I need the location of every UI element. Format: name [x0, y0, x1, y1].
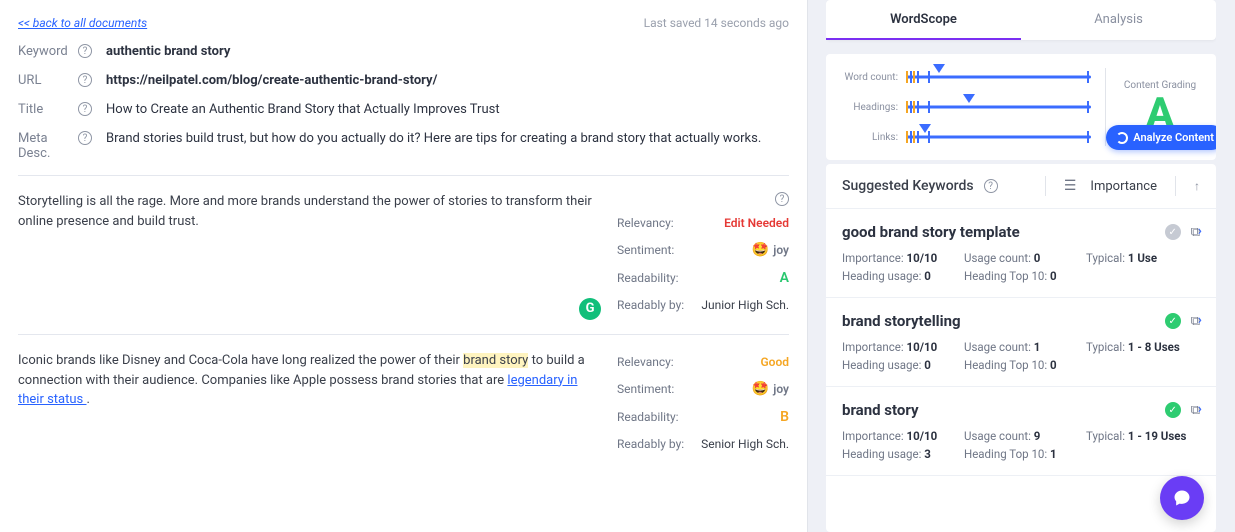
chat-button[interactable] — [1160, 476, 1204, 520]
range-meter — [906, 98, 1091, 116]
analyze-label: Analyze Content — [1133, 131, 1214, 144]
refresh-icon — [1116, 132, 1128, 144]
analyze-button[interactable]: Analyze Content — [1106, 125, 1216, 150]
tabs: WordScope Analysis — [826, 0, 1216, 40]
keyword-label: Keyword — [18, 44, 78, 59]
metrics-card: Word count:Headings:Links: Content Gradi… — [826, 54, 1216, 160]
content-block: Iconic brands like Disney and Coca-Cola … — [18, 351, 789, 463]
joy-icon: 🤩 — [752, 242, 769, 258]
tab-analysis[interactable]: Analysis — [1021, 0, 1216, 40]
keyword-list[interactable]: good brand story template✓⧉›Importance: … — [826, 209, 1216, 532]
readability-label: Readability: — [617, 410, 679, 424]
sentiment-value: 🤩joy — [752, 242, 789, 258]
keyword-value[interactable]: authentic brand story — [106, 44, 789, 59]
suggested-title: Suggested Keywords — [842, 178, 974, 194]
divider — [18, 334, 789, 335]
help-icon[interactable]: ? — [78, 102, 92, 116]
arrow-up-icon[interactable]: ↑ — [1194, 179, 1200, 193]
help-icon[interactable]: ? — [78, 44, 92, 58]
chevron-right-icon[interactable]: › — [1198, 401, 1202, 417]
content-block: Storytelling is all the rage. More and m… — [18, 192, 789, 324]
sentiment-label: Sentiment: — [617, 243, 674, 257]
title-value[interactable]: How to Create an Authentic Brand Story t… — [106, 102, 789, 117]
help-icon[interactable]: ? — [78, 73, 92, 87]
keyword-item[interactable]: brand story✓⧉›Importance: 10/10Heading u… — [826, 387, 1216, 476]
check-icon: ✓ — [1165, 313, 1181, 329]
paragraph-text: Iconic brands like Disney and Coca-Cola … — [18, 353, 463, 368]
metadesc-value[interactable]: Brand stories build trust, but how do yo… — [106, 131, 789, 146]
range-marker-icon — [919, 124, 931, 133]
content-metrics: ? Relevancy: Edit Needed Sentiment: 🤩joy… — [617, 192, 789, 324]
chat-icon — [1172, 488, 1192, 508]
suggested-keywords-card: Suggested Keywords ? ☰ Importance ↑ good… — [826, 164, 1216, 532]
metric-label: Word count: — [842, 72, 906, 83]
chevron-right-icon[interactable]: › — [1198, 223, 1202, 239]
divider — [18, 175, 789, 176]
sentiment-value: 🤩joy — [752, 381, 789, 397]
relevancy-value: Good — [760, 355, 789, 369]
help-icon[interactable]: ? — [775, 192, 789, 206]
grammarly-icon[interactable]: G — [579, 298, 601, 320]
keyword-name: brand story — [842, 401, 1155, 419]
sidebar-panel: WordScope Analysis Word count: Headings: L… — [826, 0, 1216, 532]
content-metrics: Relevancy: Good Sentiment: 🤩joy Readabil… — [617, 351, 789, 463]
metric-label: Headings: — [842, 102, 906, 113]
readably-label: Readably by: — [617, 437, 684, 451]
chevron-right-icon[interactable]: › — [1198, 312, 1202, 328]
last-saved-text: Last saved 14 seconds ago — [644, 16, 789, 30]
help-icon[interactable]: ? — [984, 179, 998, 193]
relevancy-value: Edit Needed — [724, 216, 789, 230]
help-icon[interactable]: ? — [78, 131, 92, 145]
keyword-stats: Importance: 10/10Heading usage: 0Usage c… — [842, 251, 1200, 283]
keyword-name: brand storytelling — [842, 312, 1155, 330]
readability-value: B — [780, 409, 789, 425]
sentiment-label: Sentiment: — [617, 382, 674, 396]
metadesc-label-1: Meta — [18, 131, 48, 146]
sort-label[interactable]: Importance — [1090, 179, 1157, 194]
metric-row: Links: — [842, 128, 1091, 146]
content-text[interactable]: Storytelling is all the rage. More and m… — [18, 192, 603, 324]
sort-icon[interactable]: ☰ — [1064, 178, 1077, 194]
check-icon: ✓ — [1165, 224, 1181, 240]
highlighted-keyword: brand story — [463, 353, 528, 368]
readability-label: Readability: — [617, 271, 679, 285]
title-label: Title — [18, 102, 78, 117]
range-marker-icon — [963, 94, 975, 103]
tab-wordscope[interactable]: WordScope — [826, 0, 1021, 40]
readably-value: Junior High Sch. — [701, 298, 789, 312]
joy-icon: 🤩 — [752, 381, 769, 397]
keyword-name: good brand story template — [842, 223, 1155, 241]
check-icon: ✓ — [1165, 402, 1181, 418]
metadesc-label-2: Desc. — [18, 146, 50, 161]
url-value[interactable]: https://neilpatel.com/blog/create-authen… — [106, 73, 789, 88]
readably-label: Readably by: — [617, 298, 684, 312]
content-text[interactable]: Iconic brands like Disney and Coca-Cola … — [18, 351, 603, 463]
relevancy-label: Relevancy: — [617, 355, 674, 369]
metadesc-label: Meta Desc. — [18, 131, 78, 161]
paragraph-text: Storytelling is all the rage. More and m… — [18, 194, 592, 229]
readability-value: A — [780, 270, 789, 286]
metric-rows: Word count: Headings: Links: — [842, 68, 1091, 146]
keyword-stats: Importance: 10/10Heading usage: 0Usage c… — [842, 340, 1200, 372]
back-link[interactable]: << back to all documents — [18, 16, 147, 30]
range-marker-icon — [933, 64, 945, 73]
relevancy-label: Relevancy: — [617, 216, 674, 230]
readably-value: Senior High Sch. — [701, 437, 789, 451]
keyword-stats: Importance: 10/10Heading usage: 3Usage c… — [842, 429, 1200, 461]
paragraph-text: . — [87, 392, 90, 407]
keyword-item[interactable]: good brand story template✓⧉›Importance: … — [826, 209, 1216, 298]
range-meter — [906, 68, 1091, 86]
range-meter — [906, 128, 1091, 146]
editor-panel: << back to all documents Last saved 14 s… — [0, 0, 808, 532]
metric-row: Headings: — [842, 98, 1091, 116]
metric-row: Word count: — [842, 68, 1091, 86]
keyword-item[interactable]: brand storytelling✓⧉›Importance: 10/10He… — [826, 298, 1216, 387]
metric-label: Links: — [842, 132, 906, 143]
url-label: URL — [18, 73, 78, 88]
